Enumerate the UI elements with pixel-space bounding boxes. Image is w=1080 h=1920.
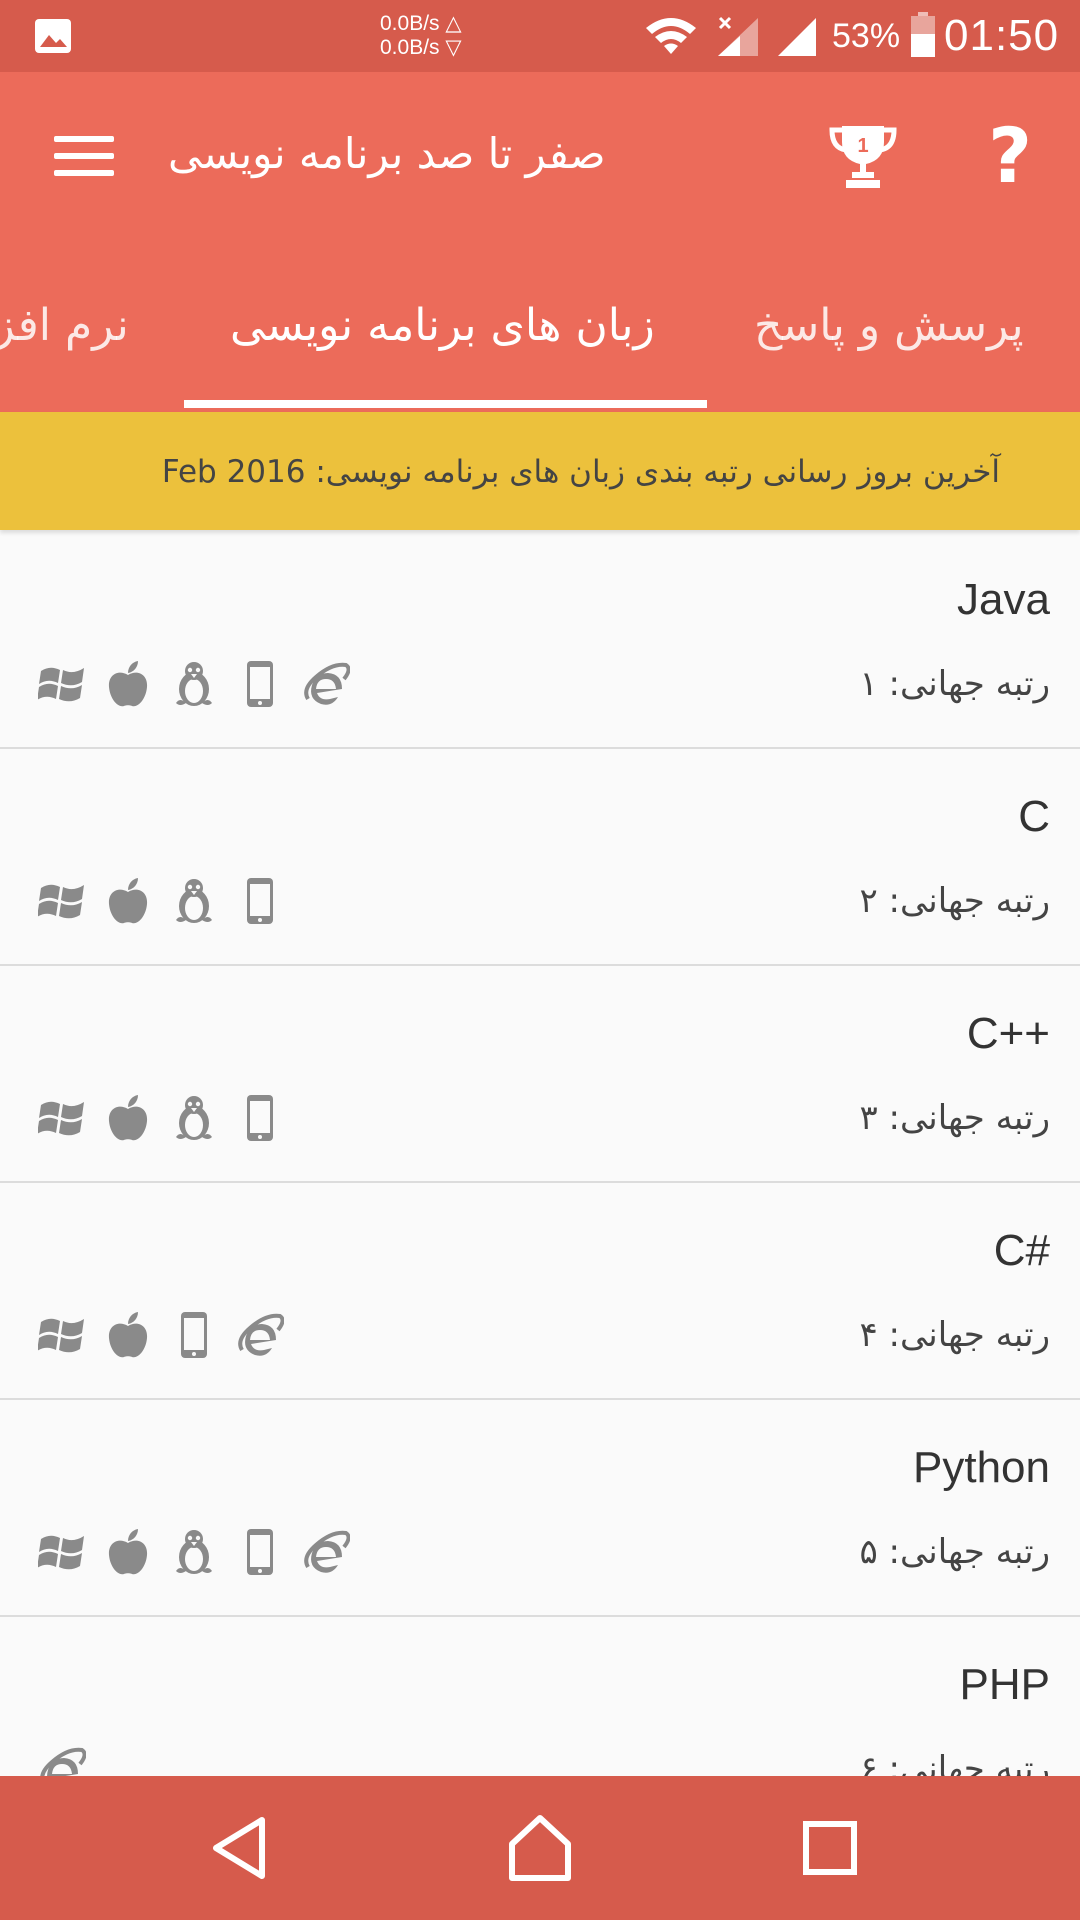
windows-icon: [38, 656, 86, 712]
apple-icon: [104, 1307, 152, 1363]
web-icon: [302, 1524, 350, 1580]
mobile-icon: [236, 1090, 284, 1146]
world-rank: رتبه جهانی: ۴: [859, 1315, 1050, 1355]
status-time: 01:50: [944, 11, 1060, 60]
language-name: Java: [957, 575, 1050, 624]
tab-programming-languages[interactable]: زبان های برنامه نویسی: [230, 294, 655, 358]
world-rank: رتبه جهانی: ۲: [859, 881, 1050, 921]
platform-icons: [38, 656, 350, 712]
platform-icons: [38, 1090, 284, 1146]
platform-icons: [38, 1524, 350, 1580]
ranking-update-banner: آخرین بروز رسانی رتبه بندی زبان های برنا…: [0, 412, 1080, 530]
world-rank: رتبه جهانی: ۳: [859, 1098, 1050, 1138]
language-list: Java رتبه جهانی: ۱ C رتبه جهانی: ۲ C++ ر…: [0, 532, 1080, 1776]
list-item-c[interactable]: C رتبه جهانی: ۲: [0, 749, 1080, 966]
battery-icon: [911, 12, 935, 57]
mobile-icon: [236, 656, 284, 712]
language-name: C: [1018, 792, 1050, 841]
gallery-icon: [35, 19, 71, 53]
back-icon[interactable]: [200, 1808, 280, 1888]
status-bar: 0.0B/s △ 0.0B/s ▽ 53% 01:50: [0, 0, 1080, 72]
platform-icons: [38, 1307, 284, 1363]
windows-icon: [38, 1090, 86, 1146]
windows-icon: [38, 1524, 86, 1580]
menu-icon[interactable]: [48, 124, 120, 188]
help-button[interactable]: ?: [980, 116, 1040, 196]
wifi-icon: [646, 18, 696, 54]
list-item-java[interactable]: Java رتبه جهانی: ۱: [0, 532, 1080, 749]
apple-icon: [104, 1524, 152, 1580]
linux-icon: [170, 1524, 218, 1580]
svg-text:1: 1: [857, 135, 868, 157]
language-name: C++: [966, 1009, 1050, 1058]
tab-bar: پرسش و پاسخ زبان های برنامه نویسی نرم اف…: [0, 240, 1080, 412]
home-icon[interactable]: [500, 1808, 580, 1888]
language-name: PHP: [959, 1660, 1050, 1709]
list-item-cpp[interactable]: C++ رتبه جهانی: ۳: [0, 966, 1080, 1183]
world-rank: رتبه جهانی: ۵: [859, 1532, 1050, 1572]
apple-icon: [104, 1090, 152, 1146]
navigation-bar: [0, 1776, 1080, 1920]
mobile-icon: [170, 1307, 218, 1363]
web-icon: [302, 656, 350, 712]
banner-text: آخرین بروز رسانی رتبه بندی زبان های برنا…: [161, 454, 1000, 490]
apple-icon: [104, 656, 152, 712]
language-name: C#: [993, 1226, 1050, 1275]
web-icon: [38, 1741, 86, 1776]
tab-software[interactable]: نرم افزار: [0, 294, 129, 358]
platform-icons: [38, 1741, 86, 1776]
list-item-csharp[interactable]: C# رتبه جهانی: ۴: [0, 1183, 1080, 1400]
net-download: 0.0B/s ▽: [380, 36, 462, 59]
windows-icon: [38, 1307, 86, 1363]
linux-icon: [170, 1090, 218, 1146]
apple-icon: [104, 873, 152, 929]
world-rank: رتبه جهانی: ۶: [859, 1749, 1050, 1776]
web-icon: [236, 1307, 284, 1363]
signal-icon: [778, 18, 816, 56]
trophy-icon[interactable]: 1: [828, 120, 898, 192]
language-name: Python: [913, 1443, 1050, 1492]
windows-icon: [38, 873, 86, 929]
signal-icon: [718, 16, 758, 56]
recent-apps-icon[interactable]: [790, 1808, 870, 1888]
linux-icon: [170, 873, 218, 929]
world-rank: رتبه جهانی: ۱: [859, 664, 1050, 704]
list-item-php[interactable]: PHP رتبه جهانی: ۶: [0, 1617, 1080, 1776]
linux-icon: [170, 656, 218, 712]
battery-percentage: 53%: [832, 17, 901, 55]
mobile-icon: [236, 1524, 284, 1580]
app-toolbar: صفر تا صد برنامه نویسی 1 ?: [0, 72, 1080, 240]
network-speed: 0.0B/s △ 0.0B/s ▽: [380, 12, 462, 60]
tab-questions-answers[interactable]: پرسش و پاسخ: [754, 294, 1024, 358]
active-tab-indicator: [184, 400, 707, 408]
app-title: صفر تا صد برنامه نویسی: [168, 129, 606, 178]
mobile-icon: [236, 873, 284, 929]
list-item-python[interactable]: Python رتبه جهانی: ۵: [0, 1400, 1080, 1617]
platform-icons: [38, 873, 284, 929]
net-upload: 0.0B/s △: [380, 12, 462, 35]
